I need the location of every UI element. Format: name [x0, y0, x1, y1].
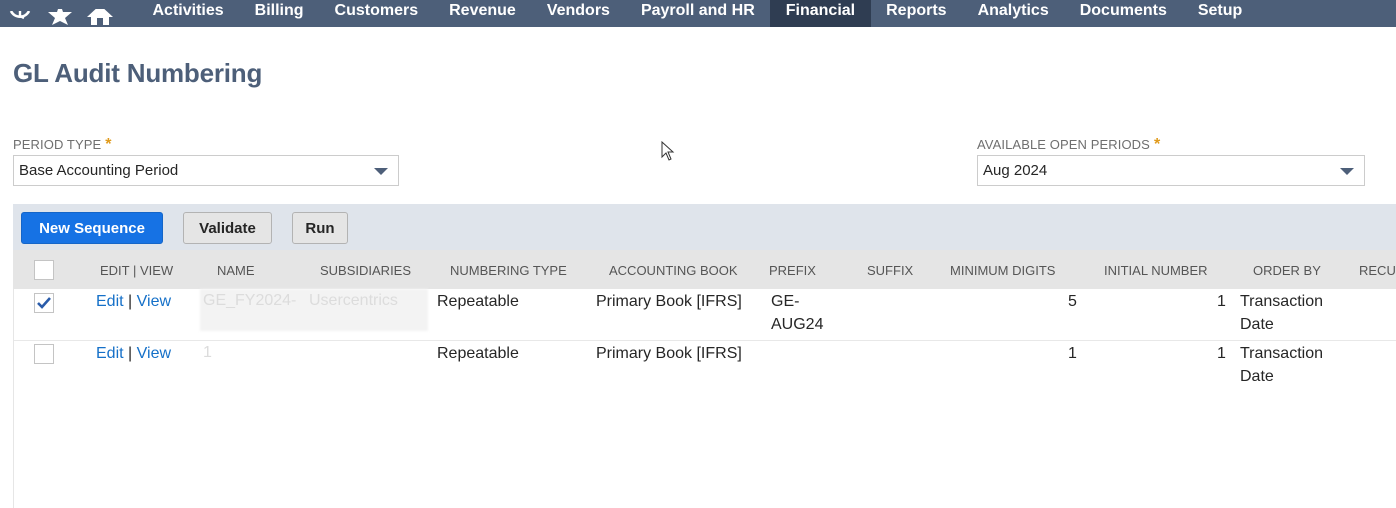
- subsidiaries-cell: Usercentrics: [309, 292, 398, 309]
- column-numbering-type[interactable]: NUMBERING TYPE: [450, 263, 567, 278]
- open-periods-label: AVAILABLE OPEN PERIODS *: [977, 136, 1160, 154]
- accounting-book-cell: Primary Book [IFRS]: [596, 345, 742, 362]
- order-by-cell-line1: Transaction: [1240, 345, 1323, 362]
- validate-button[interactable]: Validate: [183, 212, 272, 244]
- nav-financial[interactable]: Financial: [770, 0, 871, 27]
- numbering-type-cell: Repeatable: [437, 293, 519, 310]
- top-navigation: Activities Billing Customers Revenue Ven…: [0, 0, 1396, 27]
- open-periods-select[interactable]: Aug 2024: [977, 155, 1365, 186]
- name-cell: GE_FY2024-: [203, 292, 297, 309]
- period-type-label: PERIOD TYPE *: [13, 136, 112, 154]
- home-icon[interactable]: [80, 0, 120, 27]
- period-type-select[interactable]: Base Accounting Period: [13, 155, 399, 186]
- column-minimum-digits[interactable]: MINIMUM DIGITS: [950, 263, 1055, 278]
- nav-analytics[interactable]: Analytics: [962, 0, 1064, 27]
- minimum-digits-cell: 5: [1068, 293, 1077, 310]
- order-by-cell-line2: Date: [1240, 368, 1274, 385]
- required-marker: *: [1153, 136, 1161, 153]
- prefix-cell-line1: GE-: [771, 293, 800, 310]
- table-row: Edit | View 1 Repeatable Primary Book [I…: [13, 341, 1396, 411]
- edit-view-links: Edit | View: [96, 291, 171, 313]
- column-subsidiaries[interactable]: SUBSIDIARIES: [320, 263, 411, 278]
- view-link[interactable]: View: [137, 345, 171, 362]
- nav-activities[interactable]: Activities: [137, 0, 239, 27]
- column-name[interactable]: NAME: [217, 263, 255, 278]
- run-button[interactable]: Run: [292, 212, 348, 244]
- table-row: Edit | View GE_FY2024- Usercentrics Repe…: [13, 289, 1396, 341]
- order-by-cell-line2: Date: [1240, 316, 1274, 333]
- row-checkbox[interactable]: [34, 293, 54, 313]
- toolbar: New Sequence Validate Run: [13, 204, 1396, 250]
- column-prefix[interactable]: PREFIX: [769, 263, 816, 278]
- period-type-label-text: PERIOD TYPE: [13, 137, 102, 152]
- page-title: GL Audit Numbering: [13, 58, 263, 88]
- star-icon[interactable]: [40, 0, 80, 27]
- initial-number-cell: 1: [1217, 345, 1226, 362]
- edit-link[interactable]: Edit: [96, 345, 124, 362]
- select-all-checkbox[interactable]: [34, 260, 54, 280]
- prefix-cell-line2: AUG24: [771, 316, 824, 333]
- column-order-by[interactable]: ORDER BY: [1253, 263, 1321, 278]
- edit-link[interactable]: Edit: [96, 293, 124, 310]
- column-edit-view: EDIT | VIEW: [100, 263, 174, 278]
- chevron-down-icon: [1340, 168, 1354, 175]
- nav-payroll-hr[interactable]: Payroll and HR: [625, 0, 770, 27]
- row-checkbox[interactable]: [34, 344, 54, 364]
- new-sequence-button[interactable]: New Sequence: [21, 212, 163, 244]
- open-periods-label-text: AVAILABLE OPEN PERIODS: [977, 137, 1150, 152]
- nav-reports[interactable]: Reports: [871, 0, 962, 27]
- link-separator: |: [128, 345, 133, 362]
- nav-customers[interactable]: Customers: [319, 0, 434, 27]
- required-marker: *: [105, 136, 112, 153]
- nav-billing[interactable]: Billing: [239, 0, 319, 27]
- column-suffix[interactable]: SUFFIX: [867, 263, 913, 278]
- column-initial-number[interactable]: INITIAL NUMBER: [1104, 263, 1208, 278]
- edit-view-links: Edit | View: [96, 343, 171, 365]
- order-by-cell-line1: Transaction: [1240, 293, 1323, 310]
- open-periods-value: Aug 2024: [983, 162, 1048, 179]
- minimum-digits-cell: 1: [1068, 345, 1077, 362]
- accounting-book-cell: Primary Book [IFRS]: [596, 293, 742, 310]
- nav-vendors[interactable]: Vendors: [531, 0, 625, 27]
- column-accounting-book[interactable]: ACCOUNTING BOOK: [609, 263, 738, 278]
- checkmark-icon: [37, 297, 51, 309]
- recent-icon[interactable]: [0, 0, 40, 27]
- link-separator: |: [128, 293, 133, 310]
- initial-number-cell: 1: [1217, 293, 1226, 310]
- name-cell: 1: [203, 344, 212, 361]
- nav-documents[interactable]: Documents: [1064, 0, 1182, 27]
- chevron-down-icon: [374, 168, 388, 175]
- nav-setup[interactable]: Setup: [1182, 0, 1257, 27]
- view-link[interactable]: View: [137, 293, 171, 310]
- numbering-type-cell: Repeatable: [437, 345, 519, 362]
- period-type-value: Base Accounting Period: [19, 162, 179, 179]
- nav-revenue[interactable]: Revenue: [434, 0, 532, 27]
- column-recur[interactable]: RECUR: [1359, 263, 1396, 278]
- mouse-pointer-icon: [661, 140, 675, 166]
- table-header: EDIT | VIEW NAME SUBSIDIARIES NUMBERING …: [13, 250, 1396, 289]
- table-border: [13, 289, 14, 508]
